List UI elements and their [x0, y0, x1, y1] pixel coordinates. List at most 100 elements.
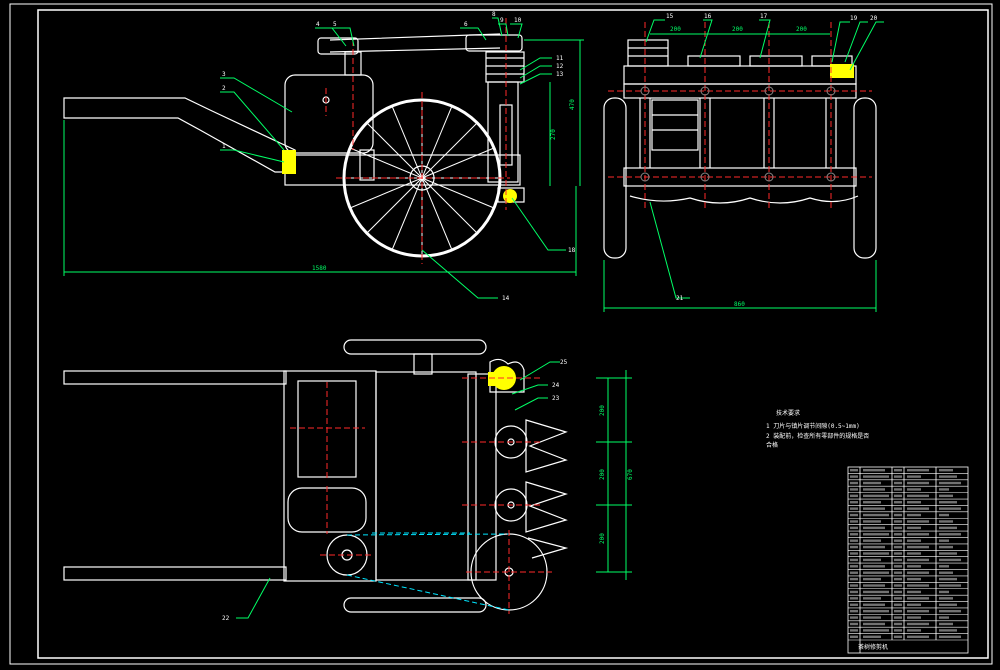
- bom-cell-mark: [939, 513, 949, 517]
- bom-cell-mark: [850, 475, 858, 478]
- bom-cell-mark: [894, 481, 902, 485]
- balloon-17: 17: [760, 13, 768, 20]
- bom-cell-mark: [850, 545, 858, 549]
- dim-spacing-b: 200: [732, 26, 743, 33]
- front-hub-marks: [640, 86, 836, 182]
- balloon-10: 10: [514, 17, 522, 24]
- bom-cell-mark: [907, 577, 921, 581]
- bom-cell-mark: [863, 603, 885, 606]
- bom-cell-mark: [939, 475, 957, 478]
- dim-spacing-a: 200: [670, 26, 681, 33]
- bom-cell-mark: [894, 539, 902, 542]
- balloon-13: 13: [556, 71, 564, 78]
- bom-cell-mark: [907, 481, 929, 485]
- bom-cell-mark: [907, 526, 921, 530]
- bom-cell-mark: [863, 481, 881, 485]
- bom-cell-mark: [850, 622, 858, 626]
- inner-border: [37, 9, 989, 659]
- balloon-24: 24: [552, 382, 560, 389]
- bom-cell-mark: [863, 494, 889, 498]
- bom-cell-mark: [850, 616, 858, 619]
- bom-cell-mark: [863, 597, 881, 600]
- bom-cell-mark: [850, 526, 858, 530]
- bom-cell-mark: [894, 635, 902, 638]
- bom-cell-mark: [939, 545, 953, 549]
- bom-cell-mark: [863, 565, 885, 568]
- bom-cell-mark: [939, 603, 957, 606]
- balloon-2: 2: [222, 85, 226, 92]
- bom-cell-mark: [863, 552, 889, 555]
- plan-blade-1: [525, 419, 568, 473]
- dim-plan-total: 670: [627, 469, 634, 480]
- front-left-wheel: [603, 97, 627, 259]
- bom-cell-mark: [907, 501, 921, 504]
- bom-cell-mark: [939, 539, 949, 542]
- bom-cell-mark: [894, 475, 902, 478]
- bom-cell-mark: [863, 533, 889, 536]
- dim-track-width: 860: [734, 301, 745, 308]
- bom-cell-mark: [863, 590, 889, 594]
- cutter-column: [487, 81, 519, 183]
- bom-cell-mark: [939, 526, 957, 530]
- bom-cell-mark: [894, 533, 902, 536]
- bom-cell-mark: [939, 616, 949, 619]
- bom-cell-mark: [850, 513, 858, 517]
- tech-requirements: 技术要求 1 刀片与镇片调节间隙(0.5~1mm) 2 装配前，检查所有零部件的…: [766, 409, 869, 449]
- tech-title: 技术要求: [776, 409, 800, 417]
- bom-cell-mark: [863, 507, 885, 510]
- balloon-16: 16: [704, 13, 712, 20]
- bom-cell-mark: [907, 488, 921, 491]
- bom-cell-mark: [907, 629, 921, 632]
- bom-cell-mark: [863, 488, 885, 491]
- bom-cell-mark: [850, 520, 858, 523]
- bom-cell-mark: [907, 545, 929, 549]
- cutter-blades: [629, 195, 859, 204]
- bom-cell-mark: [894, 469, 902, 472]
- bom-cell-mark: [894, 494, 902, 498]
- bom-cell-mark: [850, 577, 858, 581]
- bom-cell-mark: [939, 488, 949, 491]
- bom-cell-mark: [850, 565, 858, 568]
- bom-cell-mark: [850, 552, 858, 555]
- bom-cell-mark: [894, 590, 902, 594]
- front-pulley-left: [627, 39, 669, 67]
- bom-cell-mark: [907, 558, 929, 562]
- balloon-18: 18: [568, 247, 576, 254]
- bom-cell-mark: [894, 552, 902, 555]
- balloon-23: 23: [552, 395, 560, 402]
- plan-handle-upper: [63, 370, 287, 385]
- bom-cell-mark: [907, 520, 929, 523]
- bom-cell-mark: [850, 584, 858, 587]
- bom-cell-mark: [850, 590, 858, 594]
- bom-cell-mark: [939, 609, 961, 613]
- balloon-6: 6: [464, 21, 468, 28]
- balloon-12: 12: [556, 63, 564, 70]
- bom-cell-mark: [850, 494, 858, 498]
- bom-cell-mark: [894, 609, 902, 613]
- bom-cell-mark: [907, 494, 929, 498]
- tech-line-2: 2 装配前，检查所有零部件的规格是否: [766, 432, 869, 440]
- bom-cell-mark: [863, 558, 881, 562]
- bom-cell-mark: [850, 488, 858, 491]
- bom-cell-mark: [907, 539, 921, 542]
- bom-cell-mark: [907, 513, 921, 517]
- bom-cell-mark: [850, 558, 858, 562]
- bom-cell-mark: [939, 481, 961, 485]
- balloon-4: 4: [316, 21, 320, 28]
- balloon-14: 14: [502, 295, 510, 302]
- bom-cell-mark: [894, 513, 902, 517]
- bom-cell-mark: [907, 507, 929, 510]
- bom-cell-mark: [863, 539, 881, 542]
- balloon-22: 22: [222, 615, 230, 622]
- bom-cell-mark: [850, 597, 858, 600]
- bom-cell-mark: [863, 520, 881, 523]
- dim-plan-c: 200: [599, 533, 606, 544]
- balloon-5: 5: [333, 21, 337, 28]
- front-centerlines: [608, 22, 872, 210]
- bom-cell-mark: [939, 577, 957, 581]
- bom-cell-mark: [894, 571, 902, 574]
- bom-cell-mark: [863, 609, 889, 613]
- bom-cell-mark: [850, 571, 858, 574]
- bom-cell-mark: [894, 501, 902, 504]
- engine-body: [284, 74, 374, 154]
